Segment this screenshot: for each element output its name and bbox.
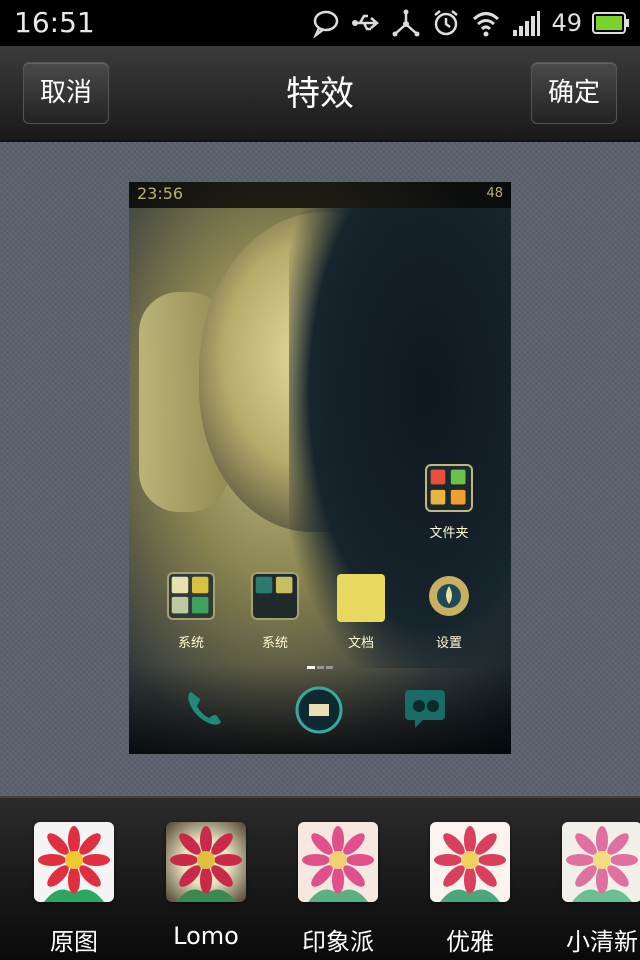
filter-lomo[interactable]: Lomo — [146, 822, 266, 950]
header-bar: 特效 取消 确定 — [0, 46, 640, 142]
documents-folder-icon — [337, 574, 385, 622]
preview-status-time: 23:56 — [137, 184, 184, 203]
usb-icon — [352, 14, 380, 31]
system-folder-2-icon — [251, 572, 299, 620]
flower-icon — [170, 826, 242, 902]
app-label-4: 设置 — [435, 636, 462, 651]
signal-icon — [513, 11, 541, 36]
filter-fresh[interactable]: 小清新 — [542, 822, 640, 957]
flower-icon — [434, 826, 506, 902]
launcher-icon — [295, 686, 343, 734]
filter-thumbnail — [166, 822, 246, 902]
filter-label: 优雅 — [446, 928, 494, 956]
filter-original[interactable]: 原图 — [14, 822, 134, 957]
folder-icon — [425, 464, 473, 512]
app-label-1: 系统 — [177, 636, 204, 651]
confirm-button[interactable]: 确定 — [531, 62, 617, 124]
tethering-icon — [392, 9, 420, 37]
cancel-button[interactable]: 取消 — [23, 62, 109, 124]
filter-thumbnail — [34, 822, 114, 902]
messages-icon — [405, 690, 445, 728]
chat-bubble-icon — [313, 10, 339, 38]
status-time: 16:51 — [14, 6, 95, 39]
app-label-2: 系统 — [261, 636, 288, 651]
filter-label: 原图 — [50, 928, 98, 956]
filter-label: 印象派 — [302, 928, 374, 956]
preview-image: 23:56 48 文件夹 系统 系统 文档 设置 — [129, 182, 511, 754]
system-folder-icon — [167, 572, 215, 620]
settings-icon — [429, 576, 469, 616]
folder-label: 文件夹 — [429, 526, 469, 541]
preview-status-bar: 23:56 48 — [129, 182, 511, 208]
flower-icon — [566, 826, 638, 902]
filter-impressionist[interactable]: 印象派 — [278, 822, 398, 957]
filter-thumbnail — [562, 822, 640, 902]
preview-status-battery: 48 — [486, 186, 503, 201]
battery-icon — [592, 12, 629, 34]
app-label-3: 文档 — [347, 636, 374, 651]
flower-icon — [38, 826, 110, 902]
filter-elegant[interactable]: 优雅 — [410, 822, 530, 957]
filter-label: Lomo — [173, 922, 239, 950]
filter-label: 小清新 — [566, 928, 638, 956]
wifi-icon — [473, 12, 500, 37]
status-icons: 49 — [311, 6, 630, 40]
preview-hair — [289, 208, 511, 668]
phone-icon — [188, 692, 221, 725]
filter-strip: 原图 Lomo 印象派 优雅 小清新 — [0, 796, 640, 960]
filter-thumbnail — [298, 822, 378, 902]
status-bar: 16:51 49 — [0, 0, 640, 46]
flower-icon — [302, 826, 374, 902]
battery-level: 49 — [551, 9, 582, 37]
preview-area: 23:56 48 文件夹 系统 系统 文档 设置 — [0, 142, 640, 796]
alarm-icon — [434, 10, 459, 36]
filter-thumbnail — [430, 822, 510, 902]
